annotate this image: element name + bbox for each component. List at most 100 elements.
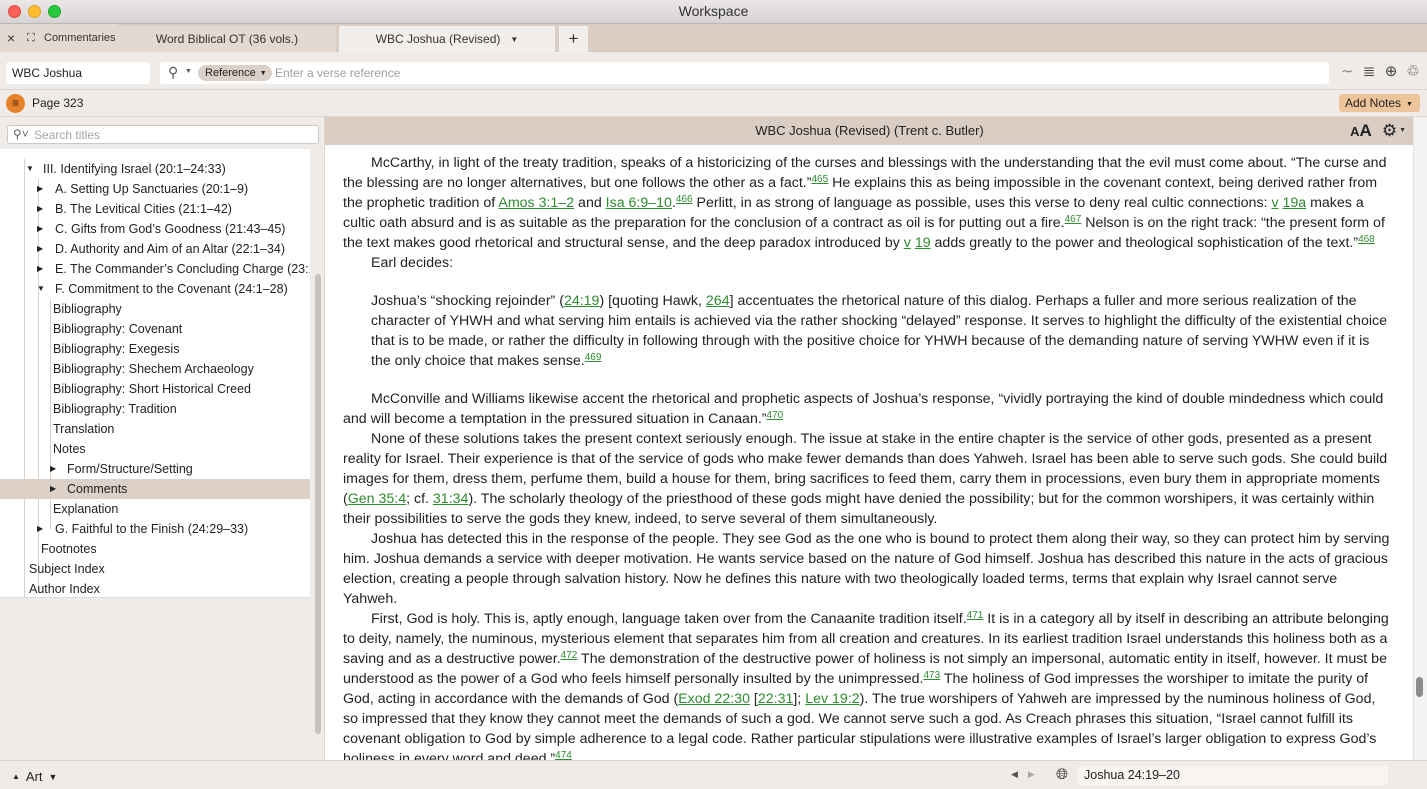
disclosure-collapsed-icon[interactable]: ▶ xyxy=(37,259,43,279)
toc-item[interactable]: ▶ Form/Structure/Setting xyxy=(0,459,310,479)
toc-item[interactable]: Explanation xyxy=(0,499,310,519)
toc-item-label: Bibliography: Shechem Archaeology xyxy=(53,362,254,376)
current-reference[interactable]: Joshua 24:19–20 xyxy=(1078,766,1388,785)
footnote-link[interactable]: 465 xyxy=(811,174,828,185)
sidebar-scrollbar[interactable] xyxy=(315,274,321,734)
toc-item[interactable]: ▶ A. Setting Up Sanctuaries (20:1–9) xyxy=(0,179,310,199)
bible-reference-link[interactable]: 19 xyxy=(915,235,931,251)
triangle-down-icon[interactable]: ▼ xyxy=(49,772,58,782)
bible-reference-link[interactable]: Gen 35:4 xyxy=(348,491,406,507)
add-circle-icon[interactable]: ⊕ xyxy=(1383,62,1399,80)
disclosure-collapsed-icon[interactable]: ▶ xyxy=(37,239,43,259)
font-size-icon[interactable]: AA xyxy=(1350,117,1372,146)
footnote-marker: 466 xyxy=(676,194,693,205)
footnote-link[interactable]: 466 xyxy=(676,194,693,205)
close-icon[interactable]: × xyxy=(7,30,21,46)
globe-icon[interactable]: 🌐︎ xyxy=(1056,766,1068,783)
verse-reference-input[interactable] xyxy=(275,64,1315,82)
bible-reference-link[interactable]: v xyxy=(1271,195,1278,211)
paragraph: Joshua has detected this in the response… xyxy=(343,529,1393,609)
triangle-up-icon[interactable]: ▲ xyxy=(12,772,20,781)
add-tab-button[interactable]: + xyxy=(559,26,588,52)
toc-item[interactable]: ▶ D. Authority and Aim of an Altar (22:1–… xyxy=(0,239,310,259)
footnote-link[interactable]: 473 xyxy=(923,670,940,681)
search-icon[interactable]: ⚲ xyxy=(168,64,178,81)
bible-reference-link[interactable]: Amos 3:1–2 xyxy=(498,195,574,211)
recycle-icon[interactable]: ♲ xyxy=(1405,62,1421,80)
add-notes-button[interactable]: Add Notes ▼ xyxy=(1339,94,1420,112)
toc-item[interactable]: Bibliography: Covenant xyxy=(0,319,310,339)
table-of-contents-icon[interactable]: ≡ xyxy=(6,94,25,113)
text-list-icon[interactable]: ≣ xyxy=(1361,62,1377,80)
layout-selector[interactable]: ▲ Art ▼ xyxy=(12,769,57,784)
disclosure-collapsed-icon[interactable]: ▶ xyxy=(37,219,43,239)
gear-icon[interactable]: ⚙ xyxy=(1382,117,1397,145)
disclosure-collapsed-icon[interactable]: ▶ xyxy=(50,459,56,479)
chevron-down-icon[interactable]: ▼ xyxy=(185,68,192,75)
toc-item[interactable]: Bibliography xyxy=(0,299,310,319)
toc-item[interactable]: ▶ G. Faithful to the Finish (24:29–33) xyxy=(0,519,310,539)
toc-item-label: G. Faithful to the Finish (24:29–33) xyxy=(55,522,249,536)
bible-reference-link[interactable]: 19a xyxy=(1282,195,1306,211)
footnote-marker: 473 xyxy=(923,670,940,681)
footnote-link[interactable]: 469 xyxy=(585,352,602,363)
toc-item[interactable]: Footnotes xyxy=(0,539,310,559)
bible-reference-link[interactable]: Lev 19:2 xyxy=(805,691,859,707)
disclosure-collapsed-icon[interactable]: ▶ xyxy=(37,199,43,219)
bible-reference-link[interactable]: 22:31 xyxy=(758,691,794,707)
disclosure-collapsed-icon[interactable]: ▶ xyxy=(50,479,56,499)
bible-reference-link[interactable]: 31:34 xyxy=(433,491,469,507)
toc-item[interactable]: Bibliography: Exegesis xyxy=(0,339,310,359)
footnote-link[interactable]: 471 xyxy=(967,610,984,621)
footnote-link[interactable]: 470 xyxy=(767,410,784,421)
chevron-down-icon: ▼ xyxy=(1406,101,1413,108)
toc-item[interactable]: Bibliography: Shechem Archaeology xyxy=(0,359,310,379)
chevron-down-icon[interactable]: ▼ xyxy=(1399,117,1406,145)
bible-reference-link[interactable]: v xyxy=(904,235,911,251)
search-titles-input[interactable] xyxy=(34,127,314,142)
toc-item[interactable]: ▶ C. Gifts from God’s Goodness (21:43–45) xyxy=(0,219,310,239)
current-reference-text: Joshua 24:19–20 xyxy=(1084,768,1180,782)
toc-item[interactable]: II. God’s Geographical Guidance (13:1–19… xyxy=(0,149,310,159)
footnote-link[interactable]: 472 xyxy=(561,650,578,661)
footnote-link[interactable]: 468 xyxy=(1358,234,1375,245)
content-scrollbar-track[interactable] xyxy=(1413,117,1427,760)
chevron-down-icon[interactable]: ▼ xyxy=(510,35,518,44)
toc-item[interactable]: Bibliography: Tradition xyxy=(0,399,310,419)
toc-item[interactable]: ▶ B. The Levitical Cities (21:1–42) xyxy=(0,199,310,219)
tab-wbc-joshua[interactable]: WBC Joshua (Revised) ▼ xyxy=(339,26,555,52)
window-minimize-button[interactable] xyxy=(28,5,41,18)
disclosure-expanded-icon[interactable]: ▼ xyxy=(37,279,45,299)
toc-item[interactable]: ▶ E. The Commander’s Concluding Charge (2… xyxy=(0,259,310,279)
toc-item[interactable]: Subject Index xyxy=(0,559,310,579)
footnote-link[interactable]: 467 xyxy=(1065,214,1082,225)
window-zoom-button[interactable] xyxy=(48,5,61,18)
toc-item[interactable]: ▶ Comments xyxy=(0,479,310,499)
toc-item[interactable]: Notes xyxy=(0,439,310,459)
window-close-button[interactable] xyxy=(8,5,21,18)
sidebar: ⚲˅ II. God’s Geographical Guidance (13:1… xyxy=(0,117,324,760)
disclosure-expanded-icon[interactable]: ▼ xyxy=(26,159,34,179)
resource-select[interactable]: WBC Joshua (Revised)▼ xyxy=(6,62,150,102)
bible-reference-link[interactable]: Isa 6:9–10 xyxy=(606,195,672,211)
tab-word-biblical-ot[interactable]: Word Biblical OT (36 vols.) xyxy=(118,26,336,52)
bible-reference-link[interactable]: 264 xyxy=(706,293,730,309)
toc-item[interactable]: ▼ F. Commitment to the Covenant (24:1–28) xyxy=(0,279,310,299)
back-icon[interactable]: ◀ xyxy=(1011,769,1018,779)
tab-label: WBC Joshua (Revised) xyxy=(375,32,501,46)
toc-item[interactable]: Author Index xyxy=(0,579,310,597)
bible-reference-link[interactable]: 24:19 xyxy=(564,293,600,309)
content-scrollbar-thumb[interactable] xyxy=(1416,677,1423,697)
search-icon[interactable]: ⚲˅ xyxy=(13,127,29,141)
toc-item[interactable]: Bibliography: Short Historical Creed xyxy=(0,379,310,399)
disclosure-collapsed-icon[interactable]: ▶ xyxy=(37,179,43,199)
wave-icon[interactable]: ∼ xyxy=(1339,62,1355,80)
toc-item[interactable]: Translation xyxy=(0,419,310,439)
disclosure-collapsed-icon[interactable]: ▶ xyxy=(37,519,43,539)
forward-icon[interactable]: ▶ xyxy=(1028,769,1035,779)
search-type-dropdown[interactable]: Reference ▼ xyxy=(198,65,272,81)
fullscreen-icon[interactable]: ⛶ xyxy=(27,32,41,45)
status-bar: ▲ Art ▼ ◀ ▶ 🌐︎ Joshua 24:19–20 xyxy=(0,760,1427,789)
toc-item[interactable]: ▼ III. Identifying Israel (20:1–24:33) xyxy=(0,159,310,179)
bible-reference-link[interactable]: Exod 22:30 xyxy=(678,691,750,707)
